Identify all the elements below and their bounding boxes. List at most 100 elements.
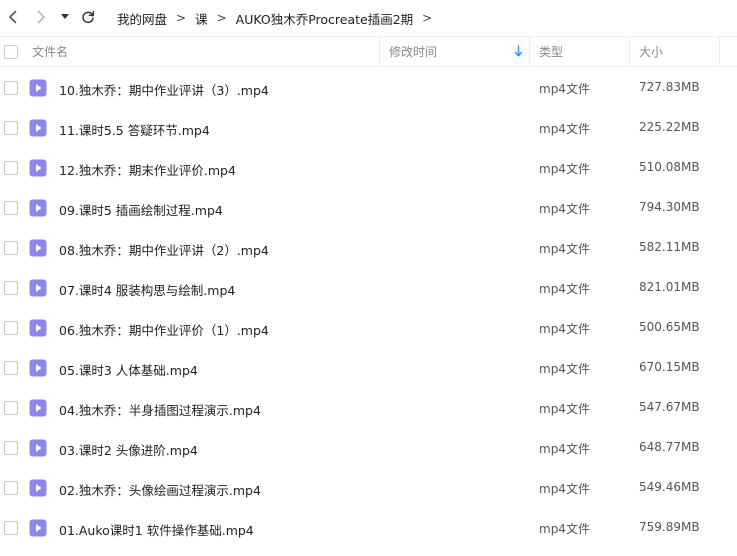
breadcrumb-separator: >: [176, 11, 187, 25]
video-file-icon: [29, 439, 47, 457]
file-name[interactable]: 12.独木乔：期末作业评价.mp4: [59, 160, 236, 179]
file-row[interactable]: 04.独木乔：半身插图过程演示.mp4 mp4文件 547.67MB: [0, 388, 737, 428]
file-row[interactable]: 01.Auko课时1 软件操作基础.mp4 mp4文件 759.89MB: [0, 508, 737, 548]
file-name[interactable]: 01.Auko课时1 软件操作基础.mp4: [59, 520, 254, 539]
column-header-size-label: 大小: [639, 45, 664, 59]
file-size: 500.65MB: [639, 320, 700, 334]
file-row[interactable]: 02.独木乔：头像绘画过程演示.mp4 mp4文件 549.46MB: [0, 468, 737, 508]
file-name[interactable]: 08.独木乔：期中作业评讲（2）.mp4: [59, 240, 269, 259]
file-type: mp4文件: [539, 242, 590, 256]
chevron-left-icon: [9, 10, 17, 24]
chevron-right-icon: [37, 10, 45, 24]
video-file-icon: [29, 239, 47, 257]
file-size: 794.30MB: [639, 200, 700, 214]
file-size: 582.11MB: [639, 240, 700, 254]
video-file-icon: [29, 79, 47, 97]
file-size: 821.01MB: [639, 280, 700, 294]
file-name[interactable]: 03.课时2 头像进阶.mp4: [59, 440, 198, 459]
file-size: 510.08MB: [639, 160, 700, 174]
refresh-button[interactable]: [77, 6, 99, 28]
file-type: mp4文件: [539, 442, 590, 456]
row-checkbox[interactable]: [4, 281, 18, 295]
breadcrumb: 我的网盘 > 课 > AUKO独木乔Procreate插画2期 >: [117, 9, 441, 27]
file-type: mp4文件: [539, 202, 590, 216]
file-name[interactable]: 02.独木乔：头像绘画过程演示.mp4: [59, 480, 261, 499]
file-row[interactable]: 03.课时2 头像进阶.mp4 mp4文件 648.77MB: [0, 428, 737, 468]
file-row[interactable]: 09.课时5 插画绘制过程.mp4 mp4文件 794.30MB: [0, 188, 737, 228]
file-size: 670.15MB: [639, 360, 700, 374]
row-checkbox[interactable]: [4, 481, 18, 495]
file-size: 547.67MB: [639, 400, 700, 414]
column-header-type-label: 类型: [539, 45, 564, 59]
column-header-name-label: 文件名: [32, 45, 69, 59]
back-button[interactable]: [2, 6, 24, 28]
column-header-size[interactable]: 大小: [630, 37, 720, 66]
file-type: mp4文件: [539, 322, 590, 336]
file-row[interactable]: 08.独木乔：期中作业评讲（2）.mp4 mp4文件 582.11MB: [0, 228, 737, 268]
video-file-icon: [29, 279, 47, 297]
file-name[interactable]: 06.独木乔：期中作业评价（1）.mp4: [59, 320, 269, 339]
row-checkbox[interactable]: [4, 321, 18, 335]
file-name[interactable]: 05.课时3 人体基础.mp4: [59, 360, 198, 379]
breadcrumb-separator: >: [422, 11, 433, 25]
file-size: 549.46MB: [639, 480, 700, 494]
history-dropdown-button[interactable]: [56, 6, 74, 28]
sort-descending-icon: [514, 45, 523, 57]
file-row[interactable]: 05.课时3 人体基础.mp4 mp4文件 670.15MB: [0, 348, 737, 388]
file-type: mp4文件: [539, 522, 590, 536]
row-checkbox[interactable]: [4, 81, 18, 95]
file-type: mp4文件: [539, 162, 590, 176]
file-size: 727.83MB: [639, 80, 700, 94]
video-file-icon: [29, 359, 47, 377]
file-name[interactable]: 09.课时5 插画绘制过程.mp4: [59, 200, 223, 219]
video-file-icon: [29, 199, 47, 217]
file-name[interactable]: 07.课时4 服装构思与绘制.mp4: [59, 280, 235, 299]
forward-button[interactable]: [30, 6, 52, 28]
video-file-icon: [29, 399, 47, 417]
file-type: mp4文件: [539, 122, 590, 136]
refresh-icon: [82, 10, 95, 24]
row-checkbox[interactable]: [4, 121, 18, 135]
file-row[interactable]: 10.独木乔：期中作业评讲（3）.mp4 mp4文件 727.83MB: [0, 68, 737, 108]
breadcrumb-item-current-folder[interactable]: AUKO独木乔Procreate插画2期: [236, 9, 414, 28]
table-header: 文件名 修改时间 类型 大小: [0, 36, 737, 67]
file-type: mp4文件: [539, 82, 590, 96]
breadcrumb-item-course[interactable]: 课: [195, 9, 208, 28]
file-type: mp4文件: [539, 402, 590, 416]
row-checkbox[interactable]: [4, 361, 18, 375]
file-row[interactable]: 06.独木乔：期中作业评价（1）.mp4 mp4文件 500.65MB: [0, 308, 737, 348]
file-size: 759.89MB: [639, 520, 700, 534]
file-list: 10.独木乔：期中作业评讲（3）.mp4 mp4文件 727.83MB 11.课…: [0, 68, 737, 548]
file-size: 225.22MB: [639, 120, 700, 134]
file-row[interactable]: 12.独木乔：期末作业评价.mp4 mp4文件 510.08MB: [0, 148, 737, 188]
navigation-bar: 我的网盘 > 课 > AUKO独木乔Procreate插画2期 >: [0, 0, 737, 34]
file-row[interactable]: 11.课时5.5 答疑环节.mp4 mp4文件 225.22MB: [0, 108, 737, 148]
row-checkbox[interactable]: [4, 401, 18, 415]
select-all-cell: [4, 37, 24, 66]
breadcrumb-item-my-drive[interactable]: 我的网盘: [117, 9, 167, 28]
file-name[interactable]: 11.课时5.5 答疑环节.mp4: [59, 120, 210, 139]
file-size: 648.77MB: [639, 440, 700, 454]
video-file-icon: [29, 119, 47, 137]
breadcrumb-separator: >: [216, 11, 227, 25]
file-row[interactable]: 07.课时4 服装构思与绘制.mp4 mp4文件 821.01MB: [0, 268, 737, 308]
row-checkbox[interactable]: [4, 241, 18, 255]
video-file-icon: [29, 159, 47, 177]
column-header-modified[interactable]: 修改时间: [380, 37, 530, 66]
column-header-type[interactable]: 类型: [530, 37, 630, 66]
file-type: mp4文件: [539, 282, 590, 296]
file-name[interactable]: 04.独木乔：半身插图过程演示.mp4: [59, 400, 261, 419]
file-type: mp4文件: [539, 482, 590, 496]
column-header-modified-label: 修改时间: [389, 45, 438, 59]
column-header-name[interactable]: 文件名: [32, 37, 380, 66]
file-name[interactable]: 10.独木乔：期中作业评讲（3）.mp4: [59, 80, 269, 99]
video-file-icon: [29, 519, 47, 537]
video-file-icon: [29, 319, 47, 337]
row-checkbox[interactable]: [4, 441, 18, 455]
row-checkbox[interactable]: [4, 521, 18, 535]
caret-down-icon: [61, 14, 69, 19]
select-all-checkbox[interactable]: [4, 44, 18, 59]
row-checkbox[interactable]: [4, 161, 18, 175]
row-checkbox[interactable]: [4, 201, 18, 215]
file-browser: 我的网盘 > 课 > AUKO独木乔Procreate插画2期 > 文件名 修改…: [0, 0, 737, 556]
